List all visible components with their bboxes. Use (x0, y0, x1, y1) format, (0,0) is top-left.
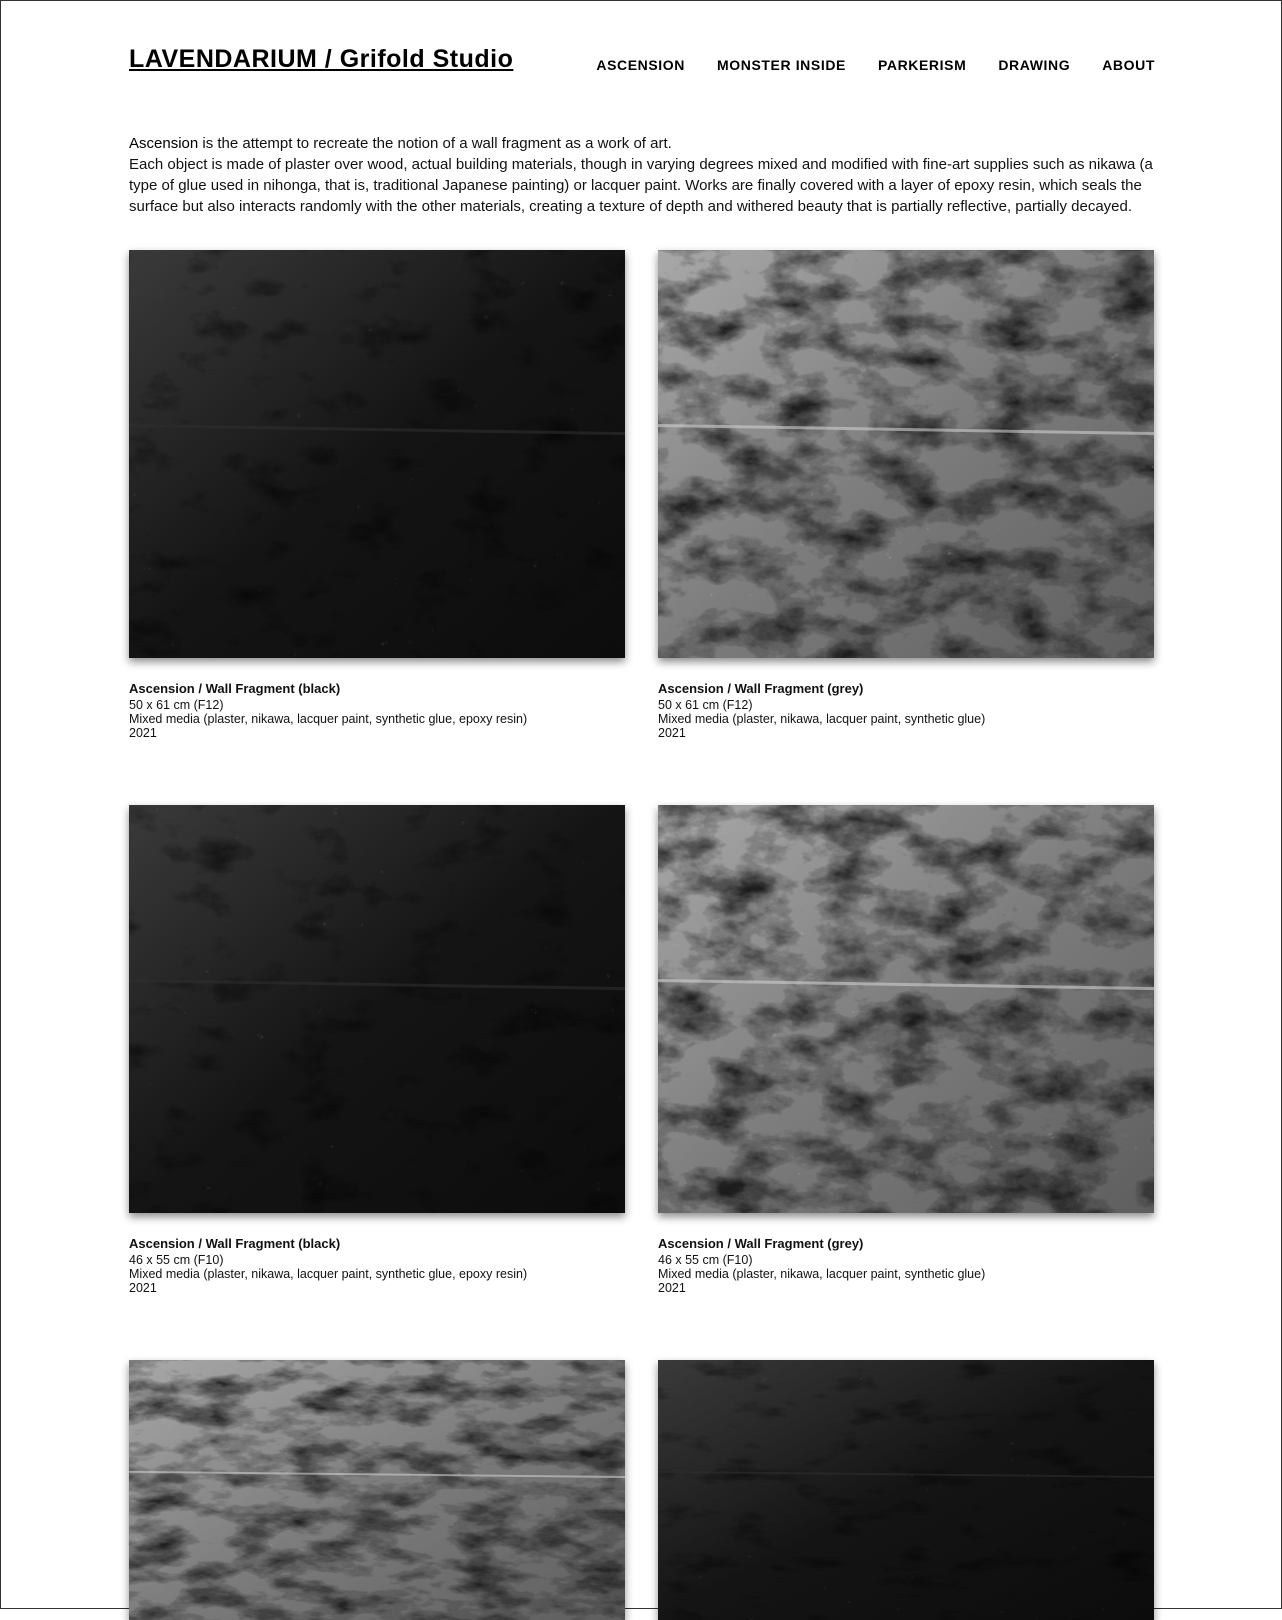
nav-drawing[interactable]: DRAWING (998, 57, 1070, 73)
intro-body: Each object is made of plaster over wood… (129, 156, 1153, 215)
intro-lead-bold: Ascension (129, 135, 199, 152)
artwork-card: Ascension / Wall Fragment (grey) 50 x 61… (658, 250, 1154, 740)
artwork-image[interactable] (658, 805, 1154, 1213)
nav-monster-inside[interactable]: MONSTER INSIDE (717, 57, 846, 73)
artwork-title: Ascension / Wall Fragment (grey) (658, 681, 864, 696)
artwork-card: Ascension / Wall Fragment (grey) 46 x 55… (658, 805, 1154, 1295)
artwork-image[interactable] (129, 250, 625, 658)
artwork-medium: Mixed media (plaster, nikawa, lacquer pa… (658, 712, 986, 726)
artwork-title: Ascension / Wall Fragment (black) (129, 681, 341, 696)
wall-fragment-texture (129, 1360, 625, 1620)
artwork-card: Ascension / Wall Fragment (black) 50 x 6… (129, 250, 625, 740)
artwork-size: 50 x 61 cm (F12) (658, 698, 753, 712)
wall-fragment-texture (658, 1360, 1154, 1620)
artwork-year: 2021 (129, 1281, 157, 1295)
artwork-image[interactable] (129, 1360, 625, 1620)
artwork-title: Ascension / Wall Fragment (grey) (658, 1236, 864, 1251)
artwork-year: 2021 (658, 1281, 686, 1295)
artwork-card (129, 1360, 625, 1620)
artwork-caption: Ascension / Wall Fragment (grey) 50 x 61… (658, 681, 1154, 741)
intro-lead: Ascension is the attempt to recreate the… (129, 133, 1159, 154)
intro-lead-rest: is the attempt to recreate the notion of… (198, 135, 672, 152)
intro-text: Ascension is the attempt to recreate the… (129, 133, 1159, 217)
artwork-card (658, 1360, 1154, 1620)
artwork-caption: Ascension / Wall Fragment (grey) 46 x 55… (658, 1236, 1154, 1296)
artwork-image[interactable] (658, 250, 1154, 658)
artwork-card: Ascension / Wall Fragment (black) 46 x 5… (129, 805, 625, 1295)
artwork-year: 2021 (658, 726, 686, 740)
artwork-image[interactable] (658, 1360, 1154, 1620)
artwork-medium: Mixed media (plaster, nikawa, lacquer pa… (129, 712, 528, 726)
artwork-image[interactable] (129, 805, 625, 1213)
nav-ascension[interactable]: ASCENSION (596, 57, 685, 73)
artwork-title: Ascension / Wall Fragment (black) (129, 1236, 341, 1251)
artwork-size: 46 x 55 cm (F10) (658, 1253, 753, 1267)
artwork-size: 50 x 61 cm (F12) (129, 698, 224, 712)
artwork-caption: Ascension / Wall Fragment (black) 46 x 5… (129, 1236, 625, 1296)
site-title[interactable]: LAVENDARIUM / Grifold Studio (129, 45, 513, 74)
nav-parkerism[interactable]: PARKERISM (878, 57, 966, 73)
nav-about[interactable]: ABOUT (1102, 57, 1155, 73)
site-header: LAVENDARIUM / Grifold Studio ASCENSION M… (129, 45, 1155, 85)
wall-fragment-texture (658, 250, 1154, 658)
artwork-caption: Ascension / Wall Fragment (black) 50 x 6… (129, 681, 625, 741)
main-nav: ASCENSION MONSTER INSIDE PARKERISM DRAWI… (596, 57, 1155, 73)
wall-fragment-texture (129, 250, 625, 658)
artwork-year: 2021 (129, 726, 157, 740)
artwork-medium: Mixed media (plaster, nikawa, lacquer pa… (658, 1267, 986, 1281)
artwork-size: 46 x 55 cm (F10) (129, 1253, 224, 1267)
wall-fragment-texture (658, 805, 1154, 1213)
wall-fragment-texture (129, 805, 625, 1213)
artwork-medium: Mixed media (plaster, nikawa, lacquer pa… (129, 1267, 528, 1281)
